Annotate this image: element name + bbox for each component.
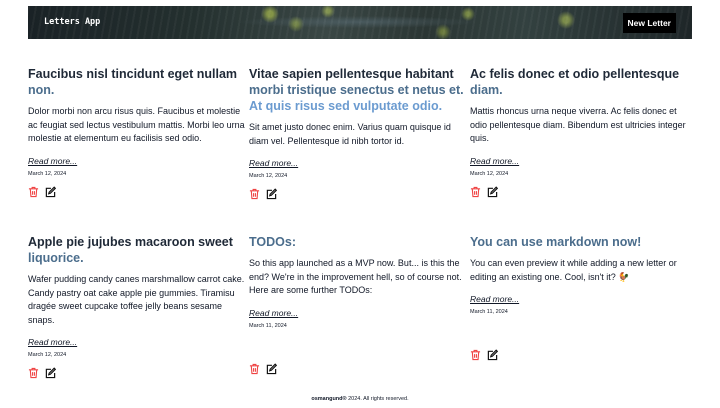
trash-icon[interactable] — [470, 349, 481, 361]
letter-title-line: Faucibus nisl tincidunt eget nullam — [28, 67, 238, 81]
edit-icon[interactable] — [266, 188, 277, 200]
letter-date: March 11, 2024 — [249, 322, 287, 329]
letter-title-line: Ac felis donec et odio pellentesque — [470, 67, 680, 81]
letter-card: Faucibus nisl tincidunt eget nullam non.… — [28, 66, 246, 198]
letter-date: March 12, 2024 — [249, 173, 288, 180]
letter-title[interactable]: Apple pie jujubes macaroon sweet liquori… — [28, 234, 246, 266]
letter-title-line: diam. — [470, 83, 503, 97]
letter-title[interactable]: TODOs: — [249, 234, 467, 250]
letter-excerpt: Sit amet justo donec enim. Varius quam q… — [249, 122, 451, 146]
trash-icon[interactable] — [470, 186, 481, 198]
app-brand[interactable]: Letters App — [44, 17, 100, 27]
letter-title[interactable]: Faucibus nisl tincidunt eget nullam non. — [28, 66, 246, 98]
edit-icon[interactable] — [487, 186, 498, 198]
read-more-link[interactable]: Read more... — [249, 158, 467, 168]
edit-icon[interactable] — [266, 363, 277, 375]
letter-actions — [28, 186, 246, 198]
letter-title[interactable]: You can use markdown now! — [470, 234, 688, 250]
letter-excerpt: Wafer pudding candy canes marshmallow ca… — [28, 274, 245, 325]
letter-title-line: non. — [28, 83, 55, 97]
edit-icon[interactable] — [45, 186, 56, 198]
edit-icon[interactable] — [45, 367, 56, 379]
letter-title-line: Vitae sapien pellentesque habitant — [249, 67, 454, 81]
read-more-link[interactable]: Read more... — [470, 156, 688, 166]
read-more-link[interactable]: Read more... — [28, 337, 246, 347]
trash-icon[interactable] — [249, 363, 260, 375]
letter-title[interactable]: Vitae sapien pellentesque habitant morbi… — [249, 66, 467, 114]
letter-card: TODOs: So this app launched as a MVP now… — [249, 234, 467, 375]
letter-card: Vitae sapien pellentesque habitant morbi… — [249, 66, 467, 200]
letter-title-line: liquorice. — [28, 251, 84, 265]
letter-actions — [28, 367, 246, 379]
letter-excerpt: You can even preview it while adding a n… — [470, 258, 677, 282]
letter-actions — [470, 349, 688, 361]
edit-icon[interactable] — [487, 349, 498, 361]
letter-title-line: You can use markdown now! — [470, 235, 642, 249]
letter-card: Apple pie jujubes macaroon sweet liquori… — [28, 234, 246, 379]
letter-actions — [470, 186, 688, 198]
letter-actions — [249, 363, 467, 375]
read-more-link[interactable]: Read more... — [28, 156, 246, 166]
letter-excerpt: So this app launched as a MVP now. But..… — [249, 258, 462, 296]
letter-date: March 12, 2024 — [28, 352, 67, 359]
letter-card: Ac felis donec et odio pellentesque diam… — [470, 66, 688, 198]
letter-date: March 12, 2024 — [470, 170, 509, 177]
letter-title[interactable]: Ac felis donec et odio pellentesque diam… — [470, 66, 688, 98]
letter-title-line: At quis risus sed vulputate odio. — [249, 99, 443, 113]
letter-date: March 12, 2024 — [28, 170, 67, 177]
trash-icon[interactable] — [249, 188, 260, 200]
letter-excerpt: Mattis rhoncus urna neque viverra. Ac fe… — [470, 106, 686, 144]
letter-title-line: morbi tristique senectus et netus et. — [249, 83, 464, 97]
footer-text: 2024. All rights reserved. — [346, 396, 409, 402]
letter-title-line: Apple pie jujubes macaroon sweet — [28, 235, 233, 249]
letter-excerpt: Dolor morbi non arcu risus quis. Faucibu… — [28, 106, 245, 144]
letter-card: You can use markdown now! You can even p… — [470, 234, 688, 361]
letter-title-line: TODOs: — [249, 235, 296, 249]
letter-date: March 11, 2024 — [470, 309, 508, 316]
letter-actions — [249, 188, 467, 200]
read-more-link[interactable]: Read more... — [249, 308, 467, 318]
trash-icon[interactable] — [28, 367, 39, 379]
new-letter-button[interactable]: New Letter — [622, 13, 676, 33]
read-more-link[interactable]: Read more... — [470, 294, 688, 304]
footer-owner: osmangund® — [311, 396, 347, 402]
trash-icon[interactable] — [28, 186, 39, 198]
app-header: Letters App New Letter — [28, 6, 692, 39]
page-footer: osmangund® 2024. All rights reserved. — [0, 396, 720, 402]
